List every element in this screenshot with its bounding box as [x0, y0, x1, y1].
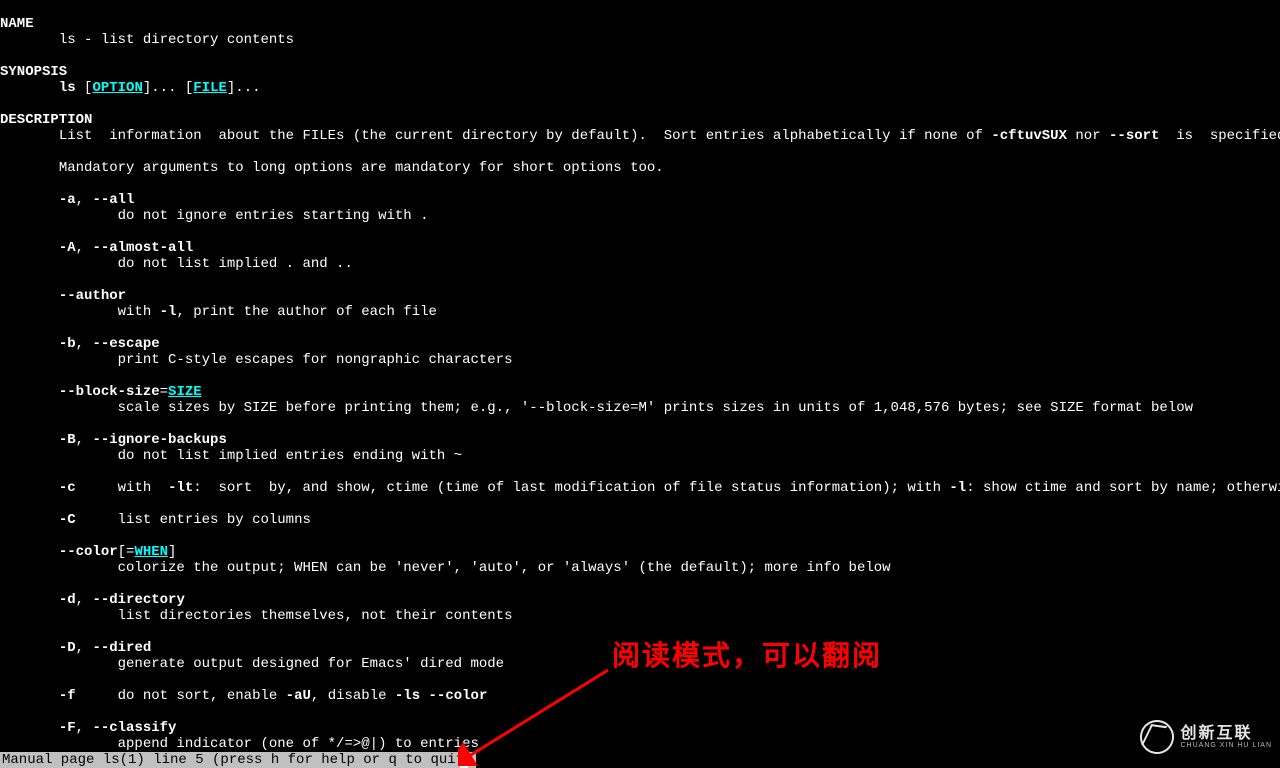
desc-flag1: -cftuvSUX: [991, 128, 1067, 144]
opt-block-size: --block-size: [59, 384, 160, 400]
annotation-text: 阅读模式，可以翻阅: [612, 648, 882, 664]
opt-a: -a: [59, 192, 76, 208]
opt-B-desc: do not list implied entries ending with …: [118, 448, 462, 464]
opt-d: -d: [59, 592, 76, 608]
brand-name: 创新互联: [1180, 726, 1272, 742]
cursor-icon: [460, 752, 468, 768]
opt-color-desc: colorize the output; WHEN can be 'never'…: [118, 560, 891, 576]
opt-color-arg: WHEN: [134, 544, 168, 560]
opt-d-desc: list directories themselves, not their c…: [118, 608, 513, 624]
desc-flag2: --sort: [1109, 128, 1159, 144]
section-name-header: NAME: [0, 16, 34, 32]
opt-C: -C: [59, 512, 76, 528]
opt-a-desc: do not ignore entries starting with .: [118, 208, 429, 224]
synopsis-option: OPTION: [92, 80, 142, 96]
pager-status-bar[interactable]: Manual page ls(1) line 5 (press h for he…: [0, 752, 476, 768]
opt-author-desc: , print the author of each file: [176, 304, 436, 320]
brand-sub: CHUANG XIN HU LIAN: [1180, 742, 1272, 749]
opt-B: -B: [59, 432, 76, 448]
opt-D: -D: [59, 640, 76, 656]
opt-F: -F: [59, 720, 76, 736]
opt-b-desc: print C-style escapes for nongraphic cha…: [118, 352, 513, 368]
opt-author: --author: [59, 288, 126, 304]
opt-C-desc: list entries by columns: [118, 512, 311, 528]
opt-f: -f: [59, 688, 76, 704]
opt-c-desc: : show ctime and sort by name; otherwise…: [966, 480, 1280, 496]
desc-line1a: List information about the FILEs (the cu…: [59, 128, 992, 144]
opt-A: -A: [59, 240, 76, 256]
opt-color: --color: [59, 544, 118, 560]
synopsis-cmd: ls: [59, 80, 76, 96]
desc-line2: Mandatory arguments to long options are …: [59, 160, 664, 176]
watermark-brand: 创新互联 CHUANG XIN HU LIAN: [1140, 720, 1272, 754]
brand-logo-icon: [1138, 718, 1176, 756]
section-description-header: DESCRIPTION: [0, 112, 92, 128]
section-synopsis-header: SYNOPSIS: [0, 64, 67, 80]
name-desc: ls - list directory contents: [59, 32, 294, 48]
opt-block-arg: SIZE: [168, 384, 202, 400]
opt-c: -c: [59, 480, 76, 496]
opt-A-desc: do not list implied . and ..: [118, 256, 353, 272]
opt-block-desc: scale sizes by SIZE before printing them…: [118, 400, 1193, 416]
synopsis-file: FILE: [193, 80, 227, 96]
opt-b: -b: [59, 336, 76, 352]
opt-D-desc: generate output designed for Emacs' dire…: [118, 656, 504, 672]
opt-F-desc: append indicator (one of */=>@|) to entr…: [118, 736, 479, 752]
